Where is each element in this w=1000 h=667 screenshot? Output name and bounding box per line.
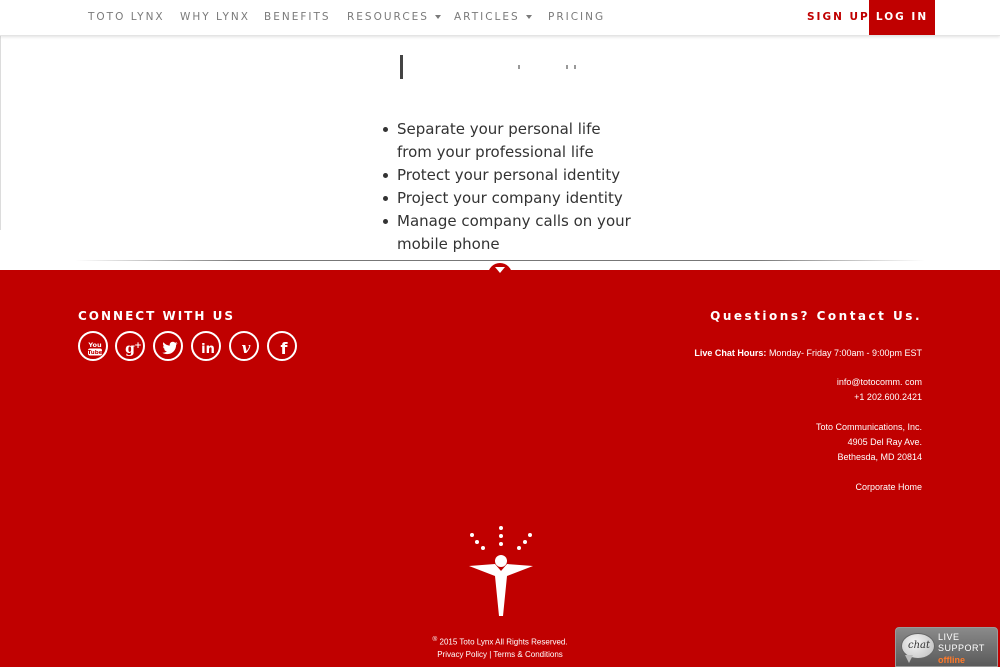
live-support-widget[interactable]: chat LIVE SUPPORT offline — [895, 627, 998, 667]
partial-heading-remnant — [400, 55, 600, 79]
chevron-down-icon — [434, 15, 441, 19]
nav-item-why-lynx[interactable]: WHY LYNX — [180, 0, 250, 35]
content-left-border — [0, 36, 1, 230]
nav-item-benefits[interactable]: BENEFITS — [264, 0, 331, 35]
address-city: Bethesda, MD 20814 — [837, 452, 922, 462]
list-item: Protect your personal identity — [379, 164, 639, 187]
svg-text:v: v — [242, 339, 251, 357]
privacy-policy-link[interactable]: Privacy Policy — [437, 650, 487, 659]
linkedin-icon[interactable]: in — [191, 331, 221, 361]
nav-item-pricing[interactable]: PRICING — [548, 0, 605, 35]
nav-item-resources[interactable]: RESOURCES — [347, 0, 441, 35]
terms-link[interactable]: Terms & Conditions — [493, 650, 562, 659]
chat-status: offline — [938, 655, 965, 665]
chat-live-label: LIVE — [938, 632, 960, 642]
svg-text:You: You — [87, 341, 102, 349]
toto-lynx-logo — [469, 526, 533, 616]
list-item: Project your company identity — [379, 187, 639, 210]
nav-item-toto-lynx[interactable]: TOTO LYNX — [88, 0, 165, 35]
chat-hours: Live Chat Hours: Monday- Friday 7:00am -… — [694, 348, 922, 358]
copyright-text: 2015 Toto Lynx All Rights Reserved. — [439, 637, 568, 647]
corporate-home-link[interactable]: Corporate Home — [855, 482, 922, 492]
chat-bubble-tail — [905, 655, 913, 663]
chat-hours-label: Live Chat Hours: — [694, 348, 767, 358]
top-navbar: TOTO LYNX WHY LYNX BENEFITS RESOURCES AR… — [0, 0, 1000, 36]
registered-mark: ® — [432, 636, 438, 643]
svg-text:f: f — [281, 339, 289, 358]
email-link[interactable]: info@totocomm. com — [837, 377, 922, 387]
list-item: Manage company calls on your mobile phon… — [379, 210, 639, 256]
contact-title: Questions? Contact Us. — [710, 309, 922, 323]
chevron-down-icon — [525, 15, 532, 19]
copyright: ® 2015 Toto Lynx All Rights Reserved. — [0, 636, 1000, 647]
scroll-down-button[interactable] — [488, 263, 512, 277]
connect-title: CONNECT WITH US — [78, 309, 235, 323]
twitter-icon[interactable] — [153, 331, 183, 361]
legal-links: Privacy Policy | Terms & Conditions — [0, 650, 1000, 659]
main-content: Separate your personal life from your pr… — [0, 36, 1000, 253]
nav-item-resources-label: RESOURCES — [347, 11, 429, 23]
facebook-icon[interactable]: f — [267, 331, 297, 361]
arrow-down-icon — [495, 267, 505, 273]
google-plus-icon[interactable]: g + — [115, 331, 145, 361]
nav-item-articles-label: ARTICLES — [454, 11, 520, 23]
feature-list: Separate your personal life from your pr… — [379, 118, 639, 256]
phone-number[interactable]: +1 202.600.2421 — [854, 392, 922, 402]
svg-text:+: + — [134, 341, 142, 351]
sign-up-link[interactable]: SIGN UP — [807, 0, 870, 35]
company-name: Toto Communications, Inc. — [815, 422, 922, 432]
chat-support-label: SUPPORT — [938, 643, 985, 653]
svg-text:in: in — [201, 342, 215, 357]
chat-bubble-text: chat — [907, 640, 931, 651]
heading-glyph-fragment — [400, 55, 403, 79]
heading-text-fragment — [518, 65, 578, 69]
list-item: Separate your personal life from your pr… — [379, 118, 639, 164]
nav-item-articles[interactable]: ARTICLES — [454, 0, 532, 35]
legal-separator: | — [489, 650, 492, 659]
address-street: 4905 Del Ray Ave. — [847, 437, 922, 447]
svg-text:Tube: Tube — [88, 350, 103, 356]
chat-hours-value: Monday- Friday 7:00am - 9:00pm EST — [768, 348, 922, 358]
youtube-icon[interactable]: You Tube — [78, 331, 108, 361]
section-divider — [75, 260, 925, 261]
vimeo-icon[interactable]: v — [229, 331, 259, 361]
log-in-button[interactable]: LOG IN — [869, 0, 935, 35]
